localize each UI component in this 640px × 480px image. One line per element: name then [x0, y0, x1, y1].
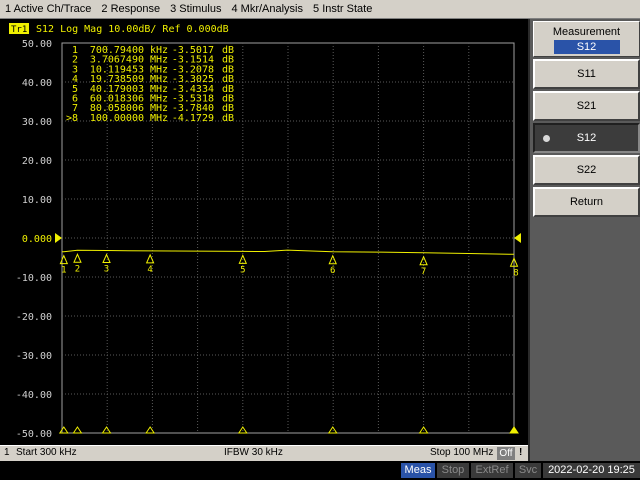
ref-level-right-icon — [514, 233, 521, 243]
y-tick-label: 50.00 — [22, 39, 52, 50]
channel-status-bar: 1 Start 300 kHz IFBW 30 kHz Stop 100 MHz… — [0, 445, 528, 461]
menu-response[interactable]: 2 Response — [96, 3, 165, 15]
status-extref: ExtRef — [471, 463, 513, 478]
marker-readout-y_unit: dB — [222, 113, 234, 124]
marker-position-icon — [145, 426, 156, 434]
softkey-s22[interactable]: S22 — [533, 155, 640, 185]
menu-bar: 1 Active Ch/Trace 2 Response 3 Stimulus … — [0, 0, 640, 19]
stop-frequency[interactable]: Stop 100 MHz — [430, 447, 493, 458]
menu-active-ch-trace[interactable]: 1 Active Ch/Trace — [0, 3, 96, 15]
y-tick-label: -10.00 — [16, 273, 52, 284]
y-tick-label: -50.00 — [16, 429, 52, 440]
warning-indicator: ! — [519, 447, 523, 458]
softkey-label: S11 — [577, 68, 596, 80]
marker-flag-label: 7 — [421, 267, 426, 277]
y-tick-label: 40.00 — [22, 78, 52, 89]
y-tick-label: 30.00 — [22, 117, 52, 128]
status-datetime: 2022-02-20 19:25 — [543, 463, 640, 478]
start-frequency[interactable]: Start 300 kHz — [16, 447, 77, 458]
softkey-label: S21 — [576, 100, 597, 112]
softkey-label: Return — [569, 196, 604, 208]
y-tick-label: 0.000 — [22, 234, 52, 245]
trace-header: S12 Log Mag 10.00dB/ Ref 0.000dB — [36, 24, 229, 35]
marker-flag-label: 2 — [75, 264, 80, 274]
marker-flag-label: 5 — [240, 265, 245, 275]
trace-display[interactable]: 50.00 40.00 30.00 20.00 10.00 0.000 -10.00 -20.… — [0, 19, 528, 445]
menu-instr-state[interactable]: 5 Instr State — [308, 3, 377, 15]
marker-flag-label: 8 — [513, 268, 518, 278]
softkey-s21[interactable]: S21 — [533, 91, 640, 121]
marker-readout-x: 100.00000 — [90, 113, 144, 124]
y-tick-label: 10.00 — [22, 195, 52, 206]
marker-position-icon — [72, 426, 83, 434]
softkey-s11[interactable]: S11 — [533, 59, 640, 89]
softkey-header-title: Measurement — [552, 26, 621, 38]
softkey-return[interactable]: Return — [533, 187, 640, 217]
marker-flag-label: 3 — [104, 265, 109, 275]
trace-chart: 50.00 40.00 30.00 20.00 10.00 0.000 -10.00 -20.… — [9, 23, 521, 440]
softkey-s12[interactable]: S12 — [533, 123, 640, 153]
status-meas: Meas — [401, 463, 435, 478]
marker-position-icon — [509, 426, 519, 434]
marker-flag-icon[interactable] — [73, 253, 82, 263]
softkey-label: S12 — [576, 132, 597, 144]
marker-readout-y: -4.1729 — [172, 113, 214, 124]
marker-position-icon — [101, 426, 112, 434]
ifbw[interactable]: IFBW 30 kHz — [224, 447, 283, 458]
marker-readout-label: >8 — [66, 113, 78, 124]
marker-flag-label: 1 — [61, 266, 66, 276]
marker-position-icon — [58, 426, 69, 434]
softkey-panel: Measurement S12 S11 S21 S12 S22 Return — [528, 19, 640, 461]
marker-flag-icon[interactable] — [419, 255, 428, 266]
status-stop: Stop — [437, 463, 469, 478]
y-tick-label: -20.00 — [16, 312, 52, 323]
y-tick-label: 20.00 — [22, 156, 52, 167]
marker-flag-icon[interactable] — [102, 253, 111, 264]
status-svc: Svc — [515, 463, 541, 478]
trace-badge[interactable]: Tr1 — [11, 25, 27, 35]
off-indicator: Off — [497, 447, 515, 460]
channel-number: 1 — [4, 447, 10, 458]
marker-readout-unit: MHz — [150, 113, 168, 124]
softkey-header: Measurement S12 — [533, 21, 640, 57]
marker-flag-label: 6 — [330, 266, 335, 276]
softkey-label: S22 — [576, 164, 597, 176]
y-tick-label: -30.00 — [16, 351, 52, 362]
marker-flag-icon[interactable] — [59, 254, 69, 265]
marker-flag-label: 4 — [147, 265, 152, 275]
y-tick-label: -40.00 — [16, 390, 52, 401]
menu-stimulus[interactable]: 3 Stimulus — [165, 3, 226, 15]
ref-level-left-icon — [55, 233, 62, 243]
softkey-header-value: S12 — [553, 40, 620, 54]
status-bar: Meas Stop ExtRef Svc 2022-02-20 19:25 — [0, 461, 640, 480]
menu-mkr-analysis[interactable]: 4 Mkr/Analysis — [226, 3, 308, 15]
radio-selected-icon — [543, 135, 550, 142]
